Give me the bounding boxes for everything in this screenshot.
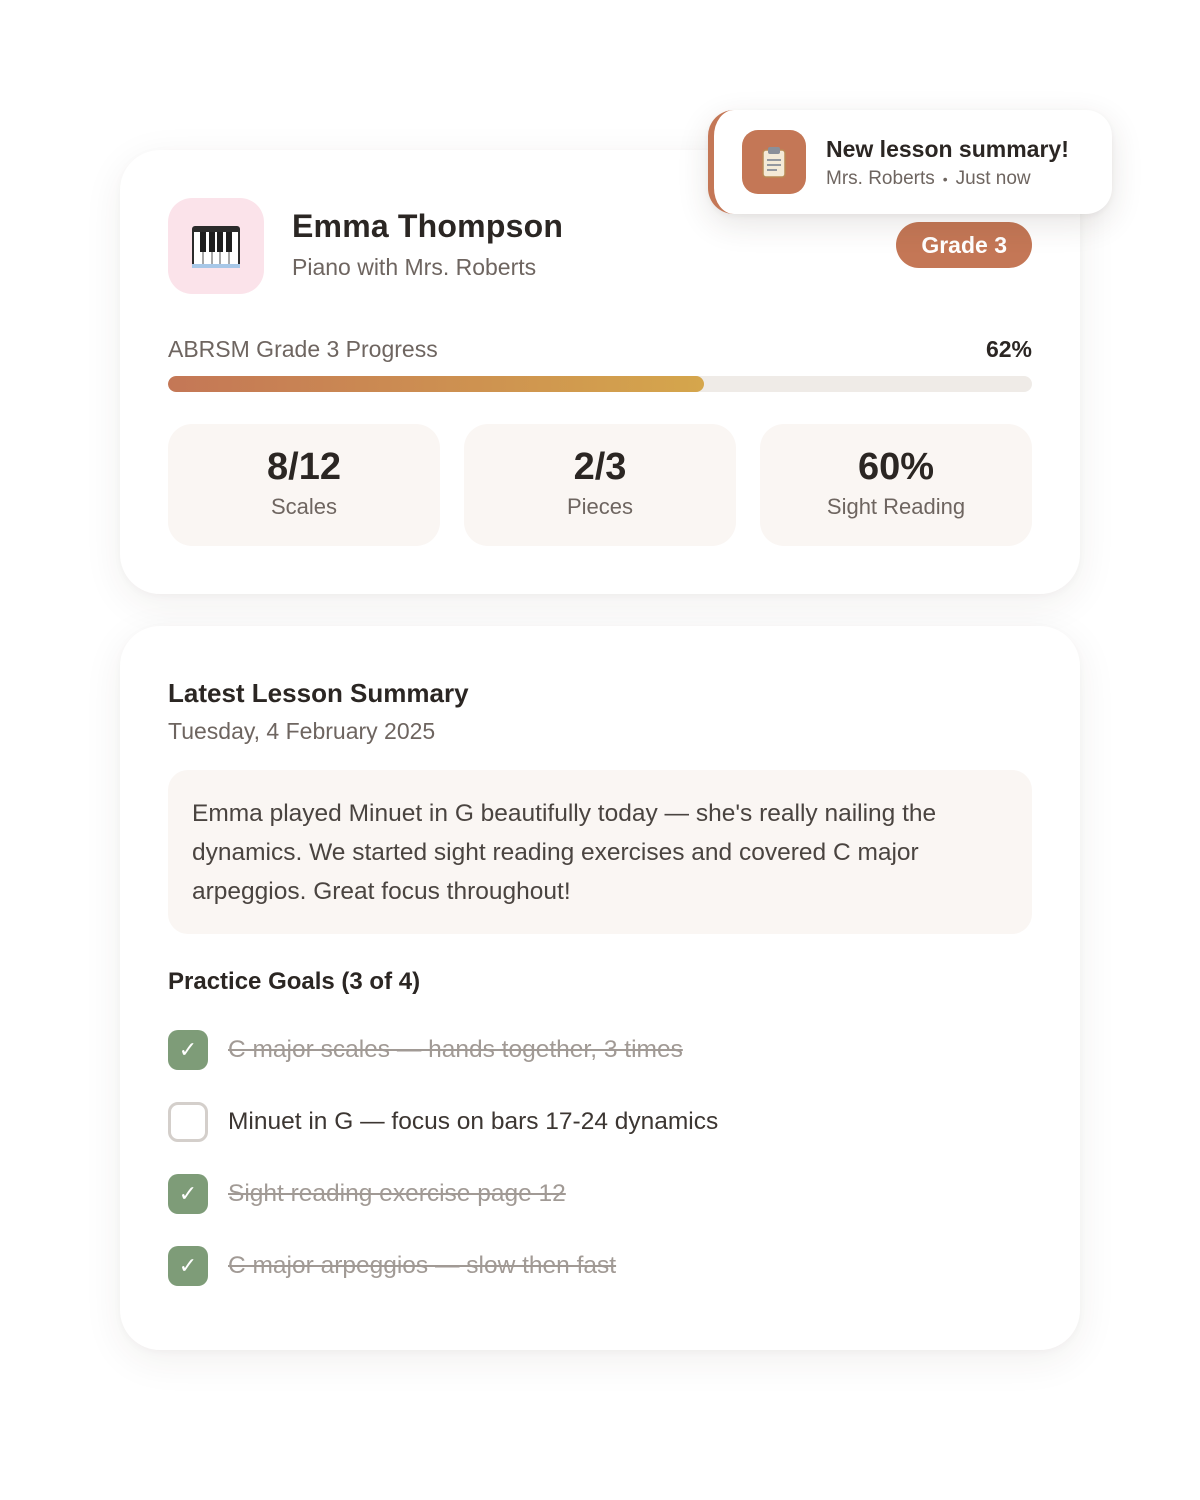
notification-title: New lesson summary! <box>826 136 1069 162</box>
stat-sight-reading[interactable]: 60% Sight Reading <box>760 424 1032 546</box>
grade-badge: Grade 3 <box>896 222 1032 268</box>
stat-scales[interactable]: 8/12 Scales <box>168 424 440 546</box>
stats-row: 8/12 Scales 2/3 Pieces 60% Sight Reading <box>168 424 1032 546</box>
lesson-summary-text: Emma played Minuet in G beautifully toda… <box>192 800 937 905</box>
clipboard-icon <box>762 147 786 178</box>
progress-label: ABRSM Grade 3 Progress <box>168 336 438 362</box>
goal-item[interactable]: ✓ C major arpeggios — slow then fast <box>168 1246 1032 1286</box>
goal-checkbox-checked[interactable]: ✓ <box>168 1174 208 1214</box>
stat-pieces[interactable]: 2/3 Pieces <box>464 424 736 546</box>
checkmark-icon: ✓ <box>178 1253 198 1278</box>
student-subtitle: Piano with Mrs. Roberts <box>292 254 537 280</box>
goal-item[interactable]: ✓ Sight reading exercise page 12 <box>168 1174 1032 1214</box>
lesson-card: Latest Lesson Summary Tuesday, 4 Februar… <box>120 626 1080 1350</box>
stat-value: 8/12 <box>267 446 341 488</box>
student-card[interactable]: Emma Thompson Piano with Mrs. Roberts Gr… <box>120 150 1080 594</box>
stat-label: Pieces <box>566 494 634 519</box>
piano-keys-icon <box>192 226 240 268</box>
progress-bar-fill <box>168 376 704 392</box>
goal-checkbox-unchecked[interactable] <box>168 1102 208 1142</box>
stat-label: Sight Reading <box>826 494 966 519</box>
lesson-title: Latest Lesson Summary <box>168 678 469 708</box>
stage: Emma Thompson Piano with Mrs. Roberts Gr… <box>0 0 1200 1500</box>
lesson-date: Tuesday, 4 February 2025 <box>168 718 436 744</box>
goal-text: Sight reading exercise page 12 <box>228 1180 566 1207</box>
goal-checkbox-checked[interactable]: ✓ <box>168 1246 208 1286</box>
goal-item[interactable]: ✓ C major scales — hands together, 3 tim… <box>168 1030 1032 1070</box>
student-name: Emma Thompson <box>292 208 564 244</box>
practice-goals-title: Practice Goals (3 of 4) <box>168 968 421 995</box>
notification-meta: Mrs. Roberts • Just now <box>826 168 1031 190</box>
progress-bar <box>168 376 1032 392</box>
goal-item[interactable]: Minuet in G — focus on bars 17-24 dynami… <box>168 1102 1032 1142</box>
goal-text: C major scales — hands together, 3 times <box>228 1036 683 1063</box>
student-avatar <box>168 198 264 294</box>
notification-sender: Mrs. Roberts <box>826 168 935 189</box>
checkmark-icon: ✓ <box>178 1181 198 1206</box>
notification-time: Just now <box>955 168 1031 189</box>
lesson-summary-box: Emma played Minuet in G beautifully toda… <box>168 770 1032 934</box>
progress-percent: 62% <box>985 336 1032 362</box>
stat-value: 2/3 <box>573 446 627 488</box>
goal-text: Minuet in G — focus on bars 17-24 dynami… <box>228 1108 719 1135</box>
goal-text: C major arpeggios — slow then fast <box>228 1252 617 1279</box>
notification-toast[interactable]: New lesson summary! Mrs. Roberts • Just … <box>708 110 1112 214</box>
separator-dot-icon: • <box>942 171 948 187</box>
goal-checkbox-checked[interactable]: ✓ <box>168 1030 208 1070</box>
stat-label: Scales <box>270 494 338 519</box>
stat-value: 60% <box>857 446 935 488</box>
checkmark-icon: ✓ <box>178 1037 198 1062</box>
notification-icon-tile <box>742 130 806 194</box>
